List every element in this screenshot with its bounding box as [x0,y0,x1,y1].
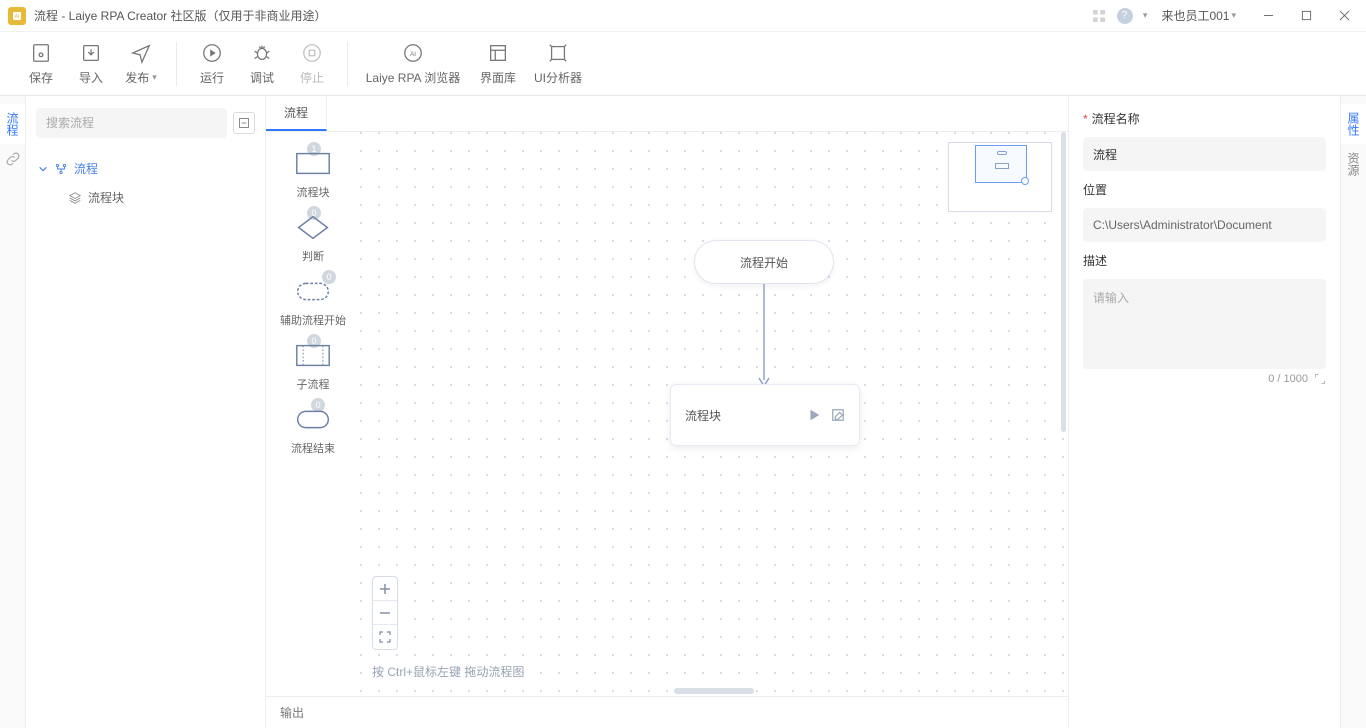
run-button[interactable]: 运行 [187,36,237,92]
canvas-vscroll[interactable] [1061,132,1066,432]
node-start[interactable]: 流程开始 [694,240,834,284]
user-menu[interactable]: 来也员工001▾ [1161,7,1236,24]
debug-icon [251,41,273,65]
maximize-button[interactable] [1292,2,1320,30]
link-icon[interactable] [4,150,22,168]
expand-tree-button[interactable] [233,112,255,134]
prop-name-input[interactable] [1083,137,1326,171]
prop-name-label: *流程名称 [1083,110,1326,127]
browser-icon: AI [402,41,424,65]
apps-icon[interactable] [1091,8,1107,24]
ui-analyzer-icon [547,41,569,65]
publish-button[interactable]: 发布▾ [116,36,166,92]
palette-label: 流程块 [297,184,330,200]
prop-path-input[interactable] [1083,208,1326,242]
property-panel: *流程名称 位置 描述 0 / 1000 [1068,96,1340,728]
palette-end[interactable]: 0 流程结束 [291,406,335,456]
app-logo: AI [8,7,26,25]
node-block-title: 流程块 [685,407,797,424]
flow-arrow [763,284,765,384]
publish-icon [130,41,152,65]
import-button[interactable]: 导入 [66,36,116,92]
window-title: 流程 - Laiye RPA Creator 社区版（仅用于非商业用途） [34,7,1091,24]
left-side-tabs: 流程 [0,96,26,728]
palette: 1 流程块 0 判断 0 辅助流程开始 0 子流程 [266,132,360,696]
chevron-down-icon [38,164,48,174]
toolbar: 保存 导入 发布▾ 运行 调试 停止 AI Laiye RPA 浏览器 界面库 … [0,32,1366,96]
output-panel-header[interactable]: 输出 [266,696,1068,728]
palette-label: 子流程 [297,376,330,392]
right-tab-properties[interactable]: 属性 [1341,104,1366,144]
node-block[interactable]: 流程块 [670,384,860,446]
ui-lib-button[interactable]: 界面库 [468,36,528,92]
run-icon [201,41,223,65]
palette-subflow[interactable]: 0 子流程 [295,342,331,392]
desc-counter: 0 / 1000 [1083,373,1326,385]
save-icon [30,41,52,65]
tree-root-flow[interactable]: 流程 [26,154,265,183]
flow-tree: 流程 流程块 [26,150,265,216]
save-button[interactable]: 保存 [16,36,66,92]
palette-label: 流程结束 [291,440,335,456]
canvas-hscroll[interactable] [674,688,754,694]
edit-icon[interactable] [831,408,845,422]
right-tab-resources[interactable]: 资源 [1341,144,1366,184]
left-tab-flow[interactable]: 流程 [0,104,25,144]
prop-path-label: 位置 [1083,181,1326,198]
minimap[interactable] [948,142,1052,212]
minimize-button[interactable] [1254,2,1282,30]
editor: 流程 1 流程块 0 判断 0 辅助流程开始 [266,96,1068,728]
editor-tabs: 流程 [266,96,1068,132]
resize-icon [1314,373,1326,385]
palette-label: 辅助流程开始 [280,312,346,328]
help-icon[interactable]: ? [1117,8,1133,24]
main: 流程 流程 流程块 流程 [0,96,1366,728]
tree-child-block[interactable]: 流程块 [26,183,265,212]
close-button[interactable] [1330,2,1358,30]
browser-button[interactable]: AI Laiye RPA 浏览器 [358,36,468,92]
ui-lib-icon [487,41,509,65]
svg-text:AI: AI [15,14,20,20]
svg-text:AI: AI [410,51,416,58]
layers-icon [68,191,82,205]
ui-analyzer-button[interactable]: UI分析器 [528,36,588,92]
palette-aux-start[interactable]: 0 辅助流程开始 [280,278,346,328]
tree-panel: 流程 流程块 [26,96,266,728]
editor-tab-flow[interactable]: 流程 [266,96,327,131]
right-side-tabs: 属性 资源 [1340,96,1366,728]
stop-icon [301,41,323,65]
zoom-in-button[interactable] [373,577,397,601]
tree-child-label: 流程块 [88,189,124,206]
flow-icon [54,162,68,176]
import-icon [80,41,102,65]
tree-root-label: 流程 [74,160,98,177]
palette-block[interactable]: 1 流程块 [295,150,331,200]
prop-desc-input[interactable] [1083,279,1326,369]
palette-label: 判断 [302,248,324,264]
canvas[interactable]: 流程开始 流程块 按 Ctrl+鼠标左键 拖动流程图 [360,132,1068,696]
help-dropdown-chevron[interactable]: ▾ [1143,10,1148,21]
debug-button[interactable]: 调试 [237,36,287,92]
canvas-hint: 按 Ctrl+鼠标左键 拖动流程图 [372,663,524,680]
prop-desc-label: 描述 [1083,252,1326,269]
search-flow-input[interactable] [36,108,227,138]
titlebar: AI 流程 - Laiye RPA Creator 社区版（仅用于非商业用途） … [0,0,1366,32]
palette-decision[interactable]: 0 判断 [295,214,331,264]
zoom-out-button[interactable] [373,601,397,625]
zoom-fit-button[interactable] [373,625,397,649]
play-icon[interactable] [807,408,821,422]
stop-button: 停止 [287,36,337,92]
zoom-controls [372,576,398,650]
